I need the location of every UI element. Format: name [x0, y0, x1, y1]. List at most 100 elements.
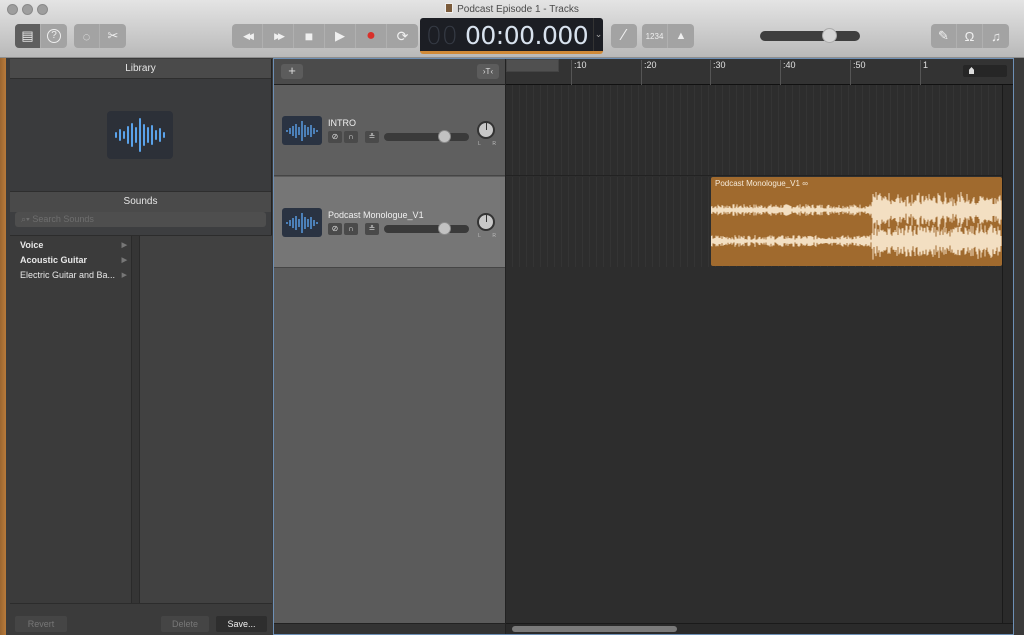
track-headers: + ›T‹ INTRO ⊘ ∩ ≗ LR Podcast Monologue_V… [274, 59, 506, 634]
ruler[interactable]: :10 :20 :30 :40 :50 1 [506, 59, 1013, 85]
mute-button[interactable]: ⊘ [328, 131, 342, 143]
document-icon [445, 3, 454, 13]
transport-controls: ◀◀ ▶▶ ■ ▶ ● ⟳ [232, 24, 418, 48]
horizontal-zoom-slider[interactable] [963, 65, 1007, 77]
pan-labels: LR [478, 233, 496, 239]
lcd-mode-chevron-icon[interactable]: ⌄ [593, 18, 603, 51]
library-hero [10, 79, 271, 192]
ruler-tick: :20 [641, 60, 657, 85]
stop-button[interactable]: ■ [294, 24, 325, 48]
master-volume-slider[interactable] [760, 28, 860, 43]
record-enable-icon: ≗ [368, 224, 376, 233]
smart-controls-icon: ◌ [82, 28, 91, 44]
metronome-button[interactable]: ▲ [668, 24, 694, 48]
track-name[interactable]: Podcast Monologue_V1 [328, 210, 424, 220]
fast-forward-button[interactable]: ▶▶ [263, 24, 294, 48]
plus-icon: + [288, 63, 296, 78]
count-in-label: 1234 [645, 31, 664, 41]
help-icon: ? [47, 29, 61, 43]
loop-browser-button[interactable]: Ω [957, 24, 983, 48]
window-title-text: Podcast Episode 1 - Tracks [457, 4, 579, 15]
metronome-group: 1234 ▲ [642, 24, 694, 48]
pan-knob[interactable] [477, 121, 495, 139]
track-header-toolbar: + ›T‹ [274, 59, 505, 85]
stop-icon: ■ [304, 28, 314, 44]
master-volume-knob[interactable] [822, 28, 837, 43]
track-volume-slider[interactable] [384, 130, 469, 143]
view-button-group: ▤ ? [15, 24, 67, 48]
pan-right-label: R [492, 141, 496, 147]
waveform-channel [711, 222, 1002, 260]
empty-track-area[interactable] [506, 267, 1002, 623]
pan-left-label: L [478, 233, 481, 239]
track-name[interactable]: INTRO [328, 118, 356, 128]
zoom-slider-thumb[interactable] [969, 67, 974, 74]
record-enable-button[interactable]: ≗ [365, 223, 379, 235]
category-label: Electric Guitar and Ba... [20, 270, 116, 280]
track-buttons: ⊘ ∩ ≗ [328, 223, 379, 235]
media-browser-button[interactable]: ♫ [983, 24, 1009, 48]
pan-left-label: L [478, 141, 481, 147]
browser-button-group: ✎ Ω ♫ [931, 24, 1009, 48]
cycle-button[interactable]: ⟳ [387, 24, 418, 48]
column-divider[interactable] [132, 236, 140, 603]
catch-playhead-button[interactable]: ›T‹ [477, 64, 499, 79]
mute-button[interactable]: ⊘ [328, 223, 342, 235]
vertical-scrollbar[interactable] [1002, 85, 1013, 623]
garageband-window: Podcast Episode 1 - Tracks ▤ ? ◌ ✂ ◀◀ ▶▶… [0, 0, 1024, 635]
timeline[interactable]: :10 :20 :30 :40 :50 1 Podcast Monologue_… [506, 59, 1013, 634]
save-button[interactable]: Save... [216, 616, 267, 632]
record-enable-button[interactable]: ≗ [365, 131, 379, 143]
smart-controls-button[interactable]: ◌ [74, 24, 100, 48]
rewind-icon: ◀◀ [243, 30, 254, 41]
library-panel: Library Sounds ⌕▾ Search Sounds Voice ▶ A… [10, 59, 272, 635]
metronome-icon: ▲ [675, 30, 687, 42]
volume-knob[interactable] [438, 222, 451, 235]
rewind-button[interactable]: ◀◀ [232, 24, 263, 48]
tuning-fork-icon: ⁄ [622, 27, 626, 44]
solo-button[interactable]: ∩ [344, 131, 358, 143]
region-waveform [711, 191, 1002, 260]
media-browser-icon: ♫ [991, 28, 1001, 44]
track-buttons: ⊘ ∩ ≗ [328, 131, 379, 143]
library-footer: Revert Delete Save... [10, 603, 272, 635]
volume-knob[interactable] [438, 130, 451, 143]
chevron-right-icon: ▶ [121, 257, 127, 264]
quick-help-button[interactable]: ? [41, 24, 67, 48]
add-track-button[interactable]: + [281, 64, 303, 79]
revert-button[interactable]: Revert [15, 616, 67, 632]
cycle-region[interactable] [506, 59, 559, 72]
search-icon: ⌕▾ [21, 214, 33, 224]
solo-button[interactable]: ∩ [344, 223, 358, 235]
count-in-button[interactable]: 1234 [642, 24, 668, 48]
record-button[interactable]: ● [356, 24, 387, 48]
track-headers-footer [274, 623, 505, 634]
ruler-tick: :30 [710, 60, 726, 85]
headphones-icon: ∩ [348, 224, 354, 233]
lcd-time: 00:00.000 [465, 21, 589, 50]
track-header-selected[interactable]: Podcast Monologue_V1 ⊘ ∩ ≗ LR [274, 177, 505, 268]
mute-icon: ⊘ [331, 224, 339, 233]
editors-button[interactable]: ✂ [100, 24, 126, 48]
subcategory-list [140, 236, 272, 603]
pan-knob[interactable] [477, 213, 495, 231]
ruler-tick: :50 [850, 60, 866, 85]
category-item[interactable]: Acoustic Guitar ▶ [10, 253, 131, 268]
cycle-icon: ⟳ [396, 27, 409, 44]
lcd-display[interactable]: 00 00:00.000 ⌄ [420, 18, 603, 54]
notepad-button[interactable]: ✎ [931, 24, 957, 48]
horizontal-scrollbar[interactable] [506, 623, 1013, 634]
track-volume-slider[interactable] [384, 222, 469, 235]
track-header[interactable]: INTRO ⊘ ∩ ≗ L R [274, 85, 505, 176]
category-item[interactable]: Voice ▶ [10, 238, 131, 253]
delete-button[interactable]: Delete [161, 616, 209, 632]
play-button[interactable]: ▶ [325, 24, 356, 48]
audio-region[interactable]: Podcast Monologue_V1 ∞ [711, 177, 1002, 266]
category-item[interactable]: Electric Guitar and Ba... ▶ [10, 268, 131, 283]
search-sounds-input[interactable]: ⌕▾ Search Sounds [15, 212, 266, 227]
track-lane[interactable] [506, 85, 1002, 176]
waveform-bars [115, 118, 165, 152]
horizontal-scroll-thumb[interactable] [512, 626, 677, 632]
library-button[interactable]: ▤ [15, 24, 41, 48]
tuner-button[interactable]: ⁄ [611, 24, 637, 48]
